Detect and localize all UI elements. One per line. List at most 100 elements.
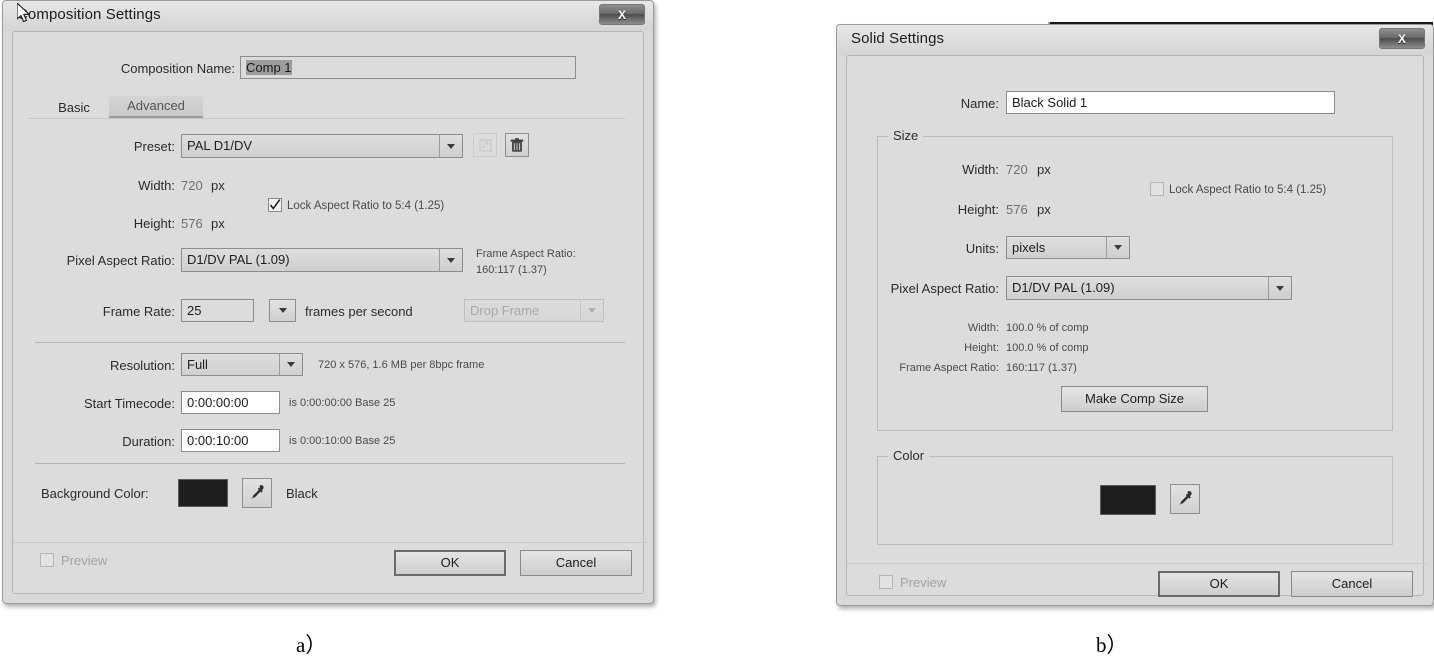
tab-advanced[interactable]: Advanced: [109, 96, 203, 118]
duration-input[interactable]: 0:00:10:00: [181, 429, 280, 452]
chevron-down-icon[interactable]: [1268, 277, 1291, 299]
resolution-value: Full: [187, 357, 208, 372]
divider-upper: [35, 342, 625, 343]
pixel-aspect-ratio-value: D1/DV PAL (1.09): [187, 252, 290, 267]
ok-button[interactable]: OK: [394, 550, 506, 576]
solid-pixel-aspect-ratio-value: D1/DV PAL (1.09): [1012, 280, 1115, 295]
background-color-swatch[interactable]: [178, 479, 228, 507]
preset-value: PAL D1/DV: [187, 138, 253, 153]
solid-cancel-button[interactable]: Cancel: [1291, 571, 1413, 597]
height-unit: px: [211, 216, 225, 231]
make-comp-size-button[interactable]: Make Comp Size: [1061, 386, 1208, 412]
chevron-down-icon[interactable]: [279, 354, 302, 375]
solid-height-value[interactable]: 576: [1006, 202, 1028, 217]
solid-settings-title: Solid Settings: [851, 30, 945, 47]
duration-info: is 0:00:10:00 Base 25: [289, 435, 396, 447]
width-value[interactable]: 720: [181, 178, 203, 193]
cancel-button[interactable]: Cancel: [520, 550, 632, 576]
duration-label: Duration:: [122, 434, 175, 449]
solid-settings-panel: Name: Black Solid 1 Size Width: 720 px L…: [846, 55, 1427, 597]
close-icon[interactable]: X: [599, 4, 645, 25]
solid-width-label: Width:: [962, 162, 999, 177]
composition-name-label: Composition Name:: [120, 61, 235, 76]
frames-per-second-label: frames per second: [305, 304, 413, 319]
percent-height-value: 100.0 % of comp: [1006, 342, 1089, 354]
figure-canvas: Composition Settings X Composition Name:…: [0, 0, 1434, 661]
solid-preview-label: Preview: [900, 575, 947, 590]
composition-settings-titlebar[interactable]: Composition Settings X: [3, 1, 653, 31]
units-value: pixels: [1012, 240, 1046, 255]
preview-label: Preview: [61, 553, 108, 568]
solid-footer-divider: [847, 563, 1427, 564]
height-label: Height:: [133, 216, 175, 231]
eyedropper-icon[interactable]: [1170, 484, 1200, 514]
solid-pixel-aspect-ratio-label: Pixel Aspect Ratio:: [890, 281, 999, 296]
size-group-label: Size: [888, 128, 924, 143]
solid-width-value[interactable]: 720: [1006, 162, 1028, 177]
resolution-select[interactable]: Full: [181, 353, 303, 376]
chevron-down-icon[interactable]: [439, 249, 462, 271]
tab-underline: [29, 118, 625, 119]
color-group-label: Color: [888, 448, 930, 463]
footer-divider: [13, 542, 647, 543]
start-timecode-info: is 0:00:00:00 Base 25: [289, 397, 396, 409]
solid-ok-button[interactable]: OK: [1158, 571, 1280, 597]
trash-icon[interactable]: [505, 133, 529, 157]
preset-select[interactable]: PAL D1/DV: [181, 134, 463, 158]
tab-basic[interactable]: Basic: [45, 98, 103, 118]
units-select[interactable]: pixels: [1006, 236, 1130, 259]
chevron-down-icon: [580, 300, 603, 321]
solid-name-label: Name:: [960, 96, 999, 111]
save-preset-icon[interactable]: [473, 133, 497, 157]
height-value[interactable]: 576: [181, 216, 203, 231]
pixel-aspect-ratio-label: Pixel Aspect Ratio:: [66, 253, 175, 268]
drop-frame-select: Drop Frame: [464, 299, 604, 322]
composition-settings-title: Composition Settings: [17, 6, 161, 23]
composition-name-input[interactable]: Comp 1: [240, 56, 576, 79]
caption-a: a）: [296, 633, 327, 657]
frame-aspect-ratio-value: 160:117 (1.37): [476, 264, 547, 276]
width-label: Width:: [138, 178, 175, 193]
solid-color-swatch[interactable]: [1100, 485, 1156, 515]
frame-rate-label: Frame Rate:: [102, 304, 175, 319]
solid-width-unit: px: [1037, 162, 1051, 177]
resolution-label: Resolution:: [109, 358, 175, 373]
solid-settings-titlebar[interactable]: Solid Settings X: [837, 25, 1433, 55]
solid-height-unit: px: [1037, 202, 1051, 217]
solid-preview-checkbox: [879, 575, 893, 589]
start-timecode-label: Start Timecode:: [83, 396, 175, 411]
frame-rate-dropdown-button[interactable]: [269, 299, 296, 322]
percent-height-label: Height:: [964, 342, 999, 354]
frame-rate-input[interactable]: 25: [181, 299, 254, 322]
solid-height-label: Height:: [957, 202, 999, 217]
pixel-aspect-ratio-select[interactable]: D1/DV PAL (1.09): [181, 248, 463, 272]
composition-name-value: Comp 1: [246, 60, 292, 75]
resolution-info: 720 x 576, 1.6 MB per 8bpc frame: [318, 359, 485, 371]
chevron-down-icon[interactable]: [1106, 237, 1129, 258]
caption-b: b）: [1096, 633, 1128, 657]
mouse-cursor-icon: [17, 3, 31, 23]
solid-settings-dialog: Solid Settings X Name: Black Solid 1 Siz…: [836, 24, 1434, 606]
lock-aspect-ratio-label: Lock Aspect Ratio to 5:4 (1.25): [287, 200, 445, 212]
eyedropper-icon[interactable]: [242, 478, 272, 508]
divider-lower: [35, 463, 625, 464]
solid-lock-aspect-ratio-checkbox[interactable]: [1150, 182, 1164, 196]
solid-pixel-aspect-ratio-select[interactable]: D1/DV PAL (1.09): [1006, 276, 1292, 300]
chevron-down-icon[interactable]: [439, 135, 462, 157]
close-icon[interactable]: X: [1379, 28, 1425, 49]
drop-frame-value: Drop Frame: [470, 303, 540, 318]
units-label: Units:: [965, 241, 999, 256]
composition-settings-dialog: Composition Settings X Composition Name:…: [2, 0, 654, 604]
width-unit: px: [211, 178, 225, 193]
background-color-name: Black: [286, 486, 318, 501]
solid-lock-aspect-ratio-label: Lock Aspect Ratio to 5:4 (1.25): [1169, 184, 1327, 196]
percent-width-value: 100.0 % of comp: [1006, 322, 1089, 334]
composition-settings-panel: Composition Name: Comp 1 Basic Advanced …: [12, 31, 647, 594]
preview-checkbox: [40, 553, 54, 567]
start-timecode-input[interactable]: 0:00:00:00: [181, 391, 280, 414]
lock-aspect-ratio-checkbox[interactable]: [268, 198, 282, 212]
solid-frame-aspect-ratio-value: 160:117 (1.37): [1006, 362, 1077, 374]
background-color-label: Background Color:: [41, 486, 149, 501]
solid-frame-aspect-ratio-label: Frame Aspect Ratio:: [899, 362, 999, 374]
solid-name-input[interactable]: Black Solid 1: [1006, 91, 1335, 114]
